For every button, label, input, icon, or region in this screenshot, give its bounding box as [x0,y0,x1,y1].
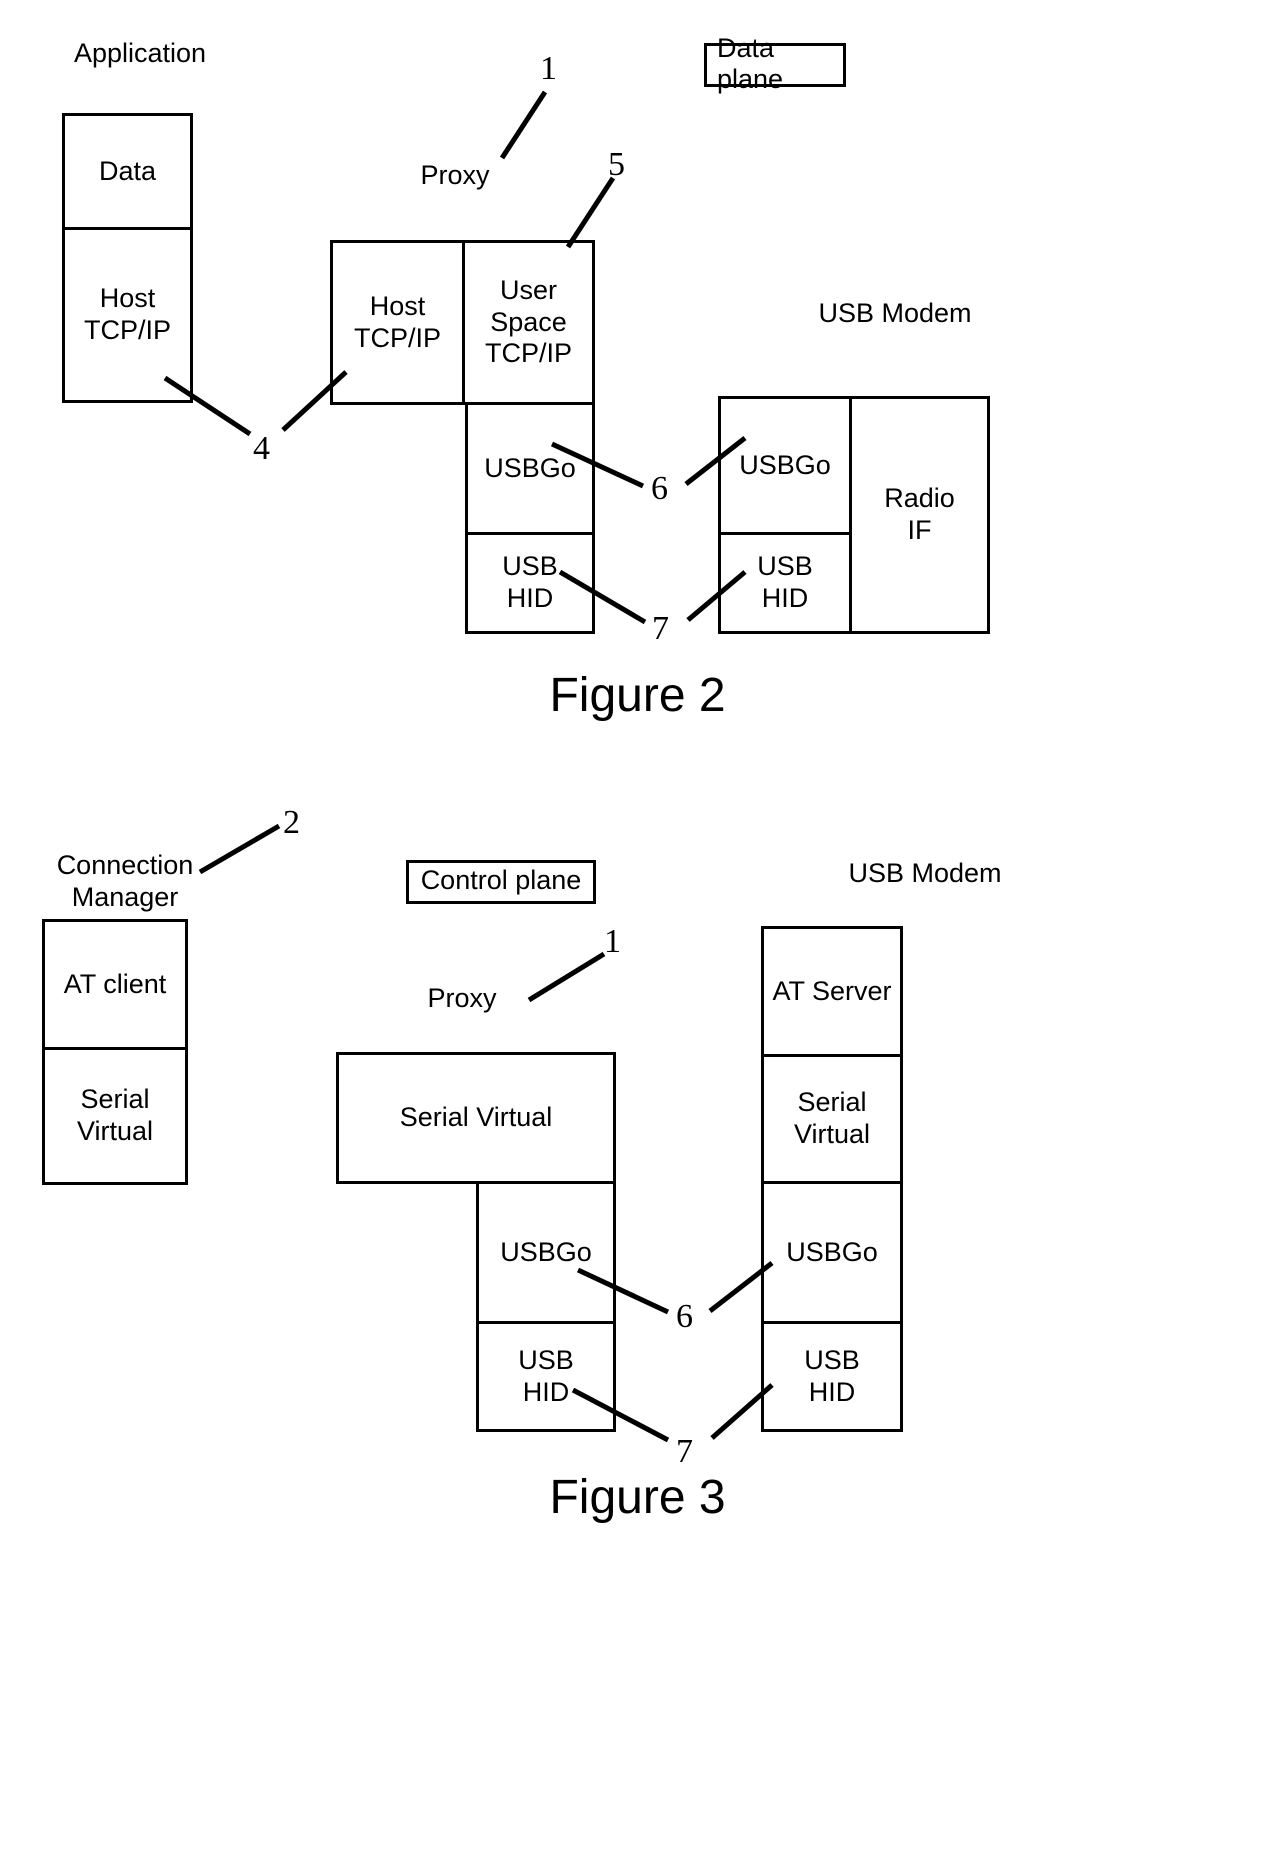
figure-2-caption: Figure 2 [549,669,726,722]
box-proxy-usb-hid-figure-3: USB HID [476,1324,616,1432]
ref-numeral-6-figure-3: 6 [676,1298,693,1335]
ref-numeral-5: 5 [608,146,625,183]
ref-numeral-6-figure-2: 6 [651,470,668,507]
data-plane-tag: Data plane [704,33,846,94]
box-proxy-usb-hid: USB HID [465,535,595,634]
figure-3-proxy-heading: Proxy [427,983,497,1013]
ref-numeral-4: 4 [253,430,270,467]
box-proxy-user-space-tcpip: User Space TCP/IP [465,240,595,405]
control-plane-tag: Control plane [406,860,596,904]
box-proxy-serial-virtual: Serial Virtual [336,1052,616,1184]
box-modem-at-server: AT Server [761,926,903,1057]
leader-line-1-figure-2 [499,90,548,160]
figure-3-connection-manager-heading: Connection Manager [56,850,194,912]
box-proxy-host-tcpip: Host TCP/IP [330,240,465,405]
figure-3-usb-modem-heading: USB Modem [848,858,1002,888]
box-cm-at-client: AT client [42,919,188,1050]
box-application-data: Data [62,113,193,230]
box-application-host-tcpip: Host TCP/IP [62,230,193,403]
box-cm-serial-virtual: Serial Virtual [42,1050,188,1185]
ref-numeral-7-figure-3: 7 [676,1433,693,1470]
figure-2-application-heading: Application [73,38,207,68]
patent-drawing-sheet: Application Proxy USB Modem Data plane D… [0,0,1275,1875]
box-modem-usb-hid: USB HID [718,535,852,634]
box-proxy-usbgo: USBGo [465,405,595,535]
ref-numeral-1-figure-2: 1 [540,50,557,87]
ref-numeral-2: 2 [283,804,300,841]
box-modem-usbgo: USBGo [718,396,852,535]
figure-2-usb-modem-heading: USB Modem [818,298,972,328]
leader-line-5 [565,176,616,249]
figure-2-proxy-heading: Proxy [420,160,490,190]
box-modem-radio-if: Radio IF [852,396,990,634]
figure-3-caption: Figure 3 [549,1471,726,1524]
box-proxy-usbgo-figure-3: USBGo [476,1184,616,1324]
box-modem-usb-hid-figure-3: USB HID [761,1324,903,1432]
ref-numeral-1-figure-3: 1 [604,923,621,960]
ref-numeral-7-figure-2: 7 [652,610,669,647]
box-modem-serial-virtual: Serial Virtual [761,1057,903,1184]
box-modem-usbgo-figure-3: USBGo [761,1184,903,1324]
